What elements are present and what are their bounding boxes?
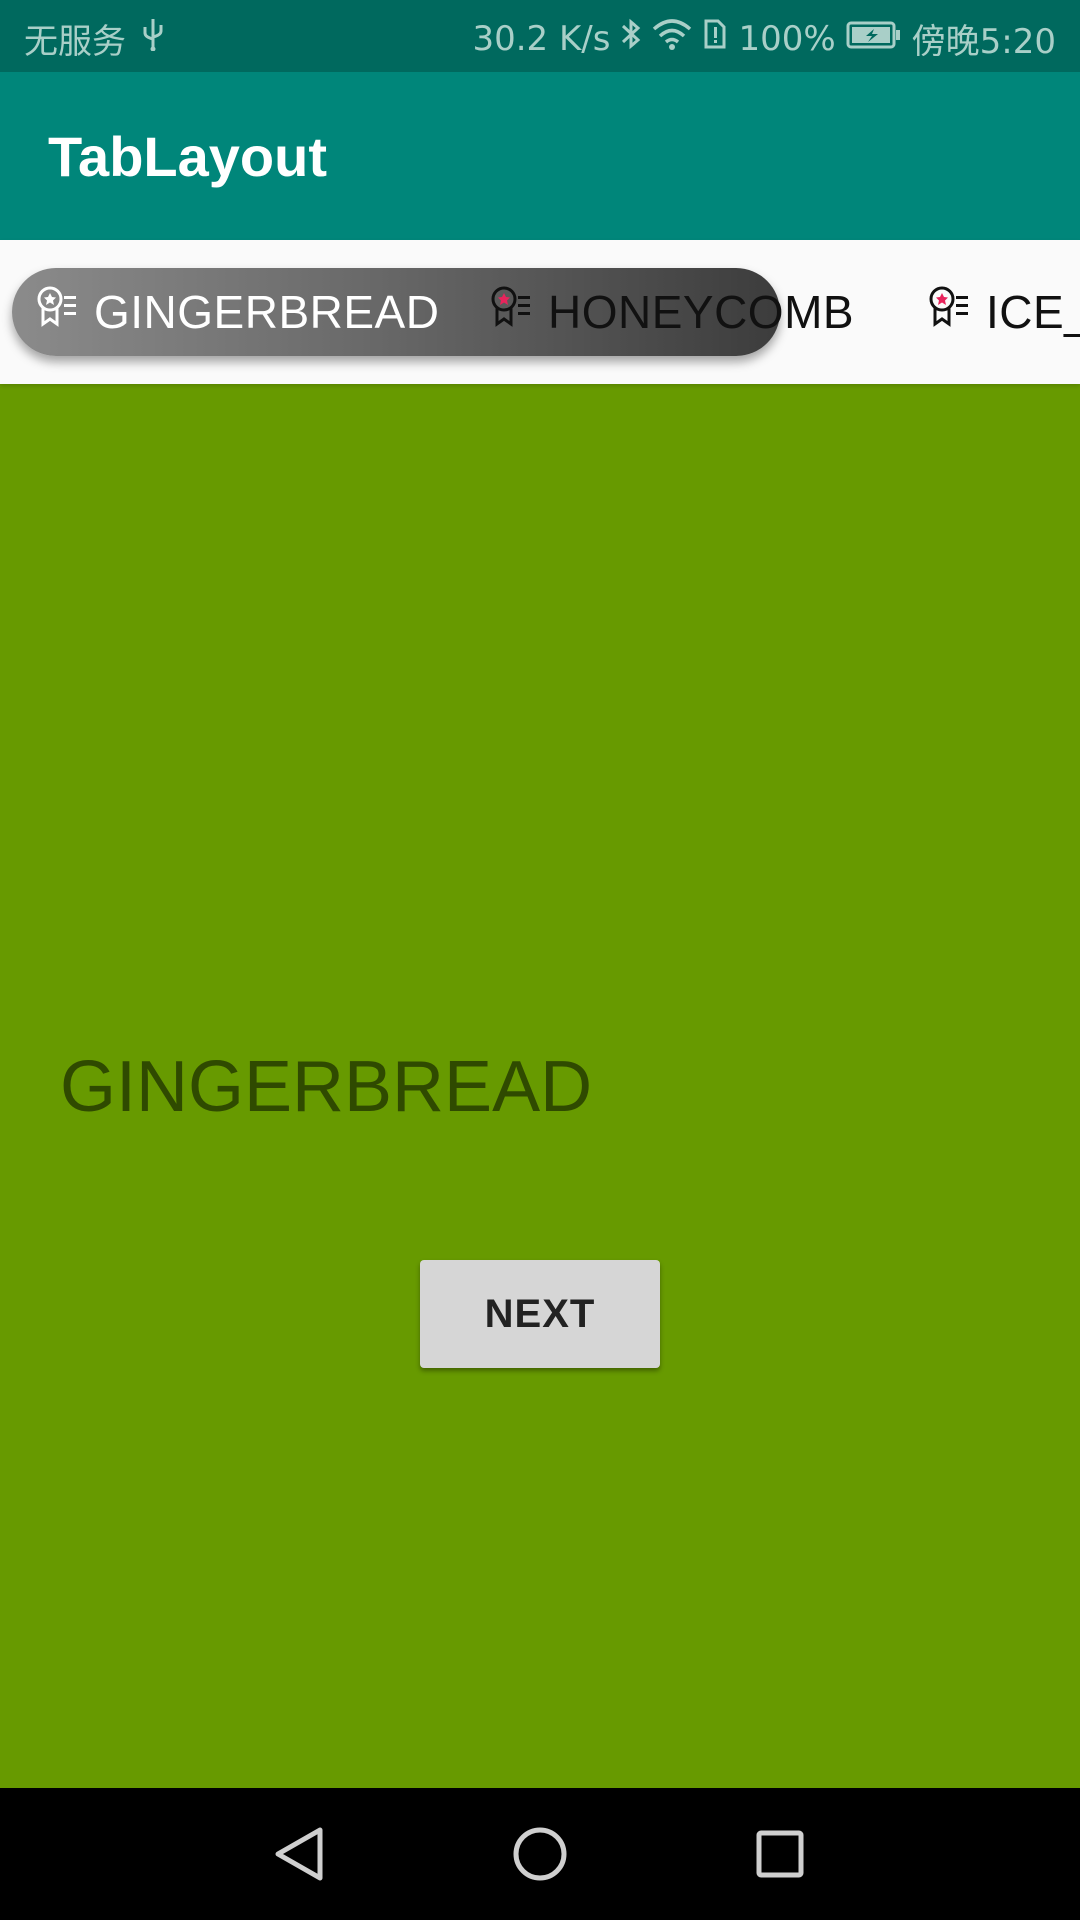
navigation-bar	[0, 1788, 1080, 1920]
wifi-icon	[652, 17, 692, 60]
usb-icon	[140, 17, 166, 60]
home-icon[interactable]	[500, 1814, 580, 1894]
sim-alert-icon	[702, 17, 728, 60]
tab-label: ICE_	[986, 286, 1080, 338]
badge-icon	[926, 284, 972, 341]
network-speed: 30.2 K/s	[472, 18, 611, 59]
carrier-text: 无服务	[24, 22, 126, 62]
battery-charging-icon	[846, 19, 902, 59]
app-bar: TabLayout	[0, 72, 1080, 240]
tab-strip: GINGERBREAD HONEYCOMB ICE_	[0, 240, 1080, 384]
clock: 傍晚5:20	[911, 22, 1056, 62]
tab-label: GINGERBREAD	[94, 286, 440, 338]
tab-ice-cream-sandwich[interactable]: ICE_	[926, 268, 1080, 356]
bluetooth-icon	[620, 16, 642, 61]
screen: 无服务 30.2 K/s 100% 傍晚5:20 TabLayout GINGE…	[0, 0, 1080, 1920]
page-content-label: GINGERBREAD	[60, 1047, 593, 1127]
next-button[interactable]: NEXT	[420, 1260, 660, 1368]
tab-honeycomb[interactable]: HONEYCOMB	[488, 268, 854, 356]
recent-apps-icon[interactable]	[740, 1814, 820, 1894]
badge-icon	[34, 284, 80, 341]
status-bar: 无服务 30.2 K/s 100% 傍晚5:20	[0, 0, 1080, 72]
app-title: TabLayout	[48, 125, 327, 188]
badge-icon	[488, 284, 534, 341]
tab-gingerbread[interactable]: GINGERBREAD	[34, 268, 439, 356]
status-right: 30.2 K/s 100% 傍晚5:20	[472, 14, 1056, 63]
back-icon[interactable]	[260, 1814, 340, 1894]
battery-percent: 100%	[738, 18, 836, 59]
tab-label: HONEYCOMB	[548, 286, 855, 338]
status-left: 无服务	[24, 14, 166, 63]
